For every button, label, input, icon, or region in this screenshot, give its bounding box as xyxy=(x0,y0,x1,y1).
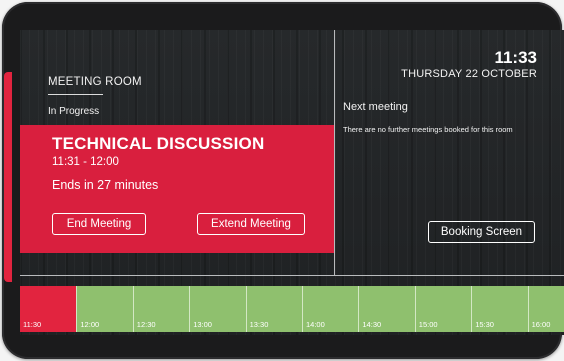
booking-screen-button[interactable]: Booking Screen xyxy=(428,221,535,243)
timeline-slot-label: 11:30 xyxy=(23,320,42,329)
meeting-title: TECHNICAL DISCUSSION xyxy=(52,134,265,153)
timeline-slot[interactable]: 13:30 xyxy=(245,286,303,332)
next-meeting-message: There are no further meetings booked for… xyxy=(343,125,513,134)
timeline-slot-label: 15:30 xyxy=(475,320,494,329)
vertical-divider xyxy=(334,30,335,275)
end-meeting-button[interactable]: End Meeting xyxy=(52,213,146,235)
extend-meeting-button[interactable]: Extend Meeting xyxy=(197,213,305,235)
timeline-slot[interactable]: 12:30 xyxy=(132,286,191,332)
timeline-slot[interactable]: 14:30 xyxy=(358,286,416,332)
current-meeting-card: TECHNICAL DISCUSSION 11:31 - 12:00 Ends … xyxy=(20,125,334,253)
led-accent-strip xyxy=(4,72,12,282)
timeline-slot[interactable]: 15:30 xyxy=(471,286,529,332)
schedule-timeline: 11:30 12:00 12:30 13:00 13:30 14:00 14:30 15:00… xyxy=(20,286,564,332)
horizontal-divider xyxy=(20,275,564,276)
timeline-slot-label: 15:00 xyxy=(418,320,438,329)
meeting-status: In Progress xyxy=(48,106,100,117)
current-date: THURSDAY 22 OCTOBER xyxy=(401,68,537,80)
timeline-slot-label: 14:00 xyxy=(306,320,325,329)
timeline-slot[interactable]: 11:30 xyxy=(20,286,78,332)
next-meeting-heading: Next meeting xyxy=(343,101,408,113)
timeline-slot-label: 14:30 xyxy=(362,320,382,329)
timeline-slot-label: 13:30 xyxy=(249,320,269,329)
timeline-slot-label: 16:00 xyxy=(531,320,551,329)
timeline-slot-label: 12:30 xyxy=(136,320,156,329)
room-name-underline xyxy=(48,94,103,95)
timeline-slot-label: 13:00 xyxy=(193,320,212,329)
timeline-slot-label: 12:00 xyxy=(80,320,100,329)
meeting-time: 11:31 - 12:00 xyxy=(52,156,119,168)
timeline-slot[interactable]: 16:00 xyxy=(527,286,564,332)
timeline-slot[interactable]: 15:00 xyxy=(414,286,473,332)
timeline-slot[interactable]: 13:00 xyxy=(189,286,247,332)
room-name: MEETING ROOM xyxy=(48,76,142,88)
current-time: 11:33 xyxy=(494,48,537,67)
room-display-screen: MEETING ROOM In Progress TECHNICAL DISCU… xyxy=(20,30,564,335)
timeline-slot[interactable]: 12:00 xyxy=(76,286,134,332)
meeting-countdown: Ends in 27 minutes xyxy=(52,178,159,192)
timeline-slot[interactable]: 14:00 xyxy=(302,286,360,332)
